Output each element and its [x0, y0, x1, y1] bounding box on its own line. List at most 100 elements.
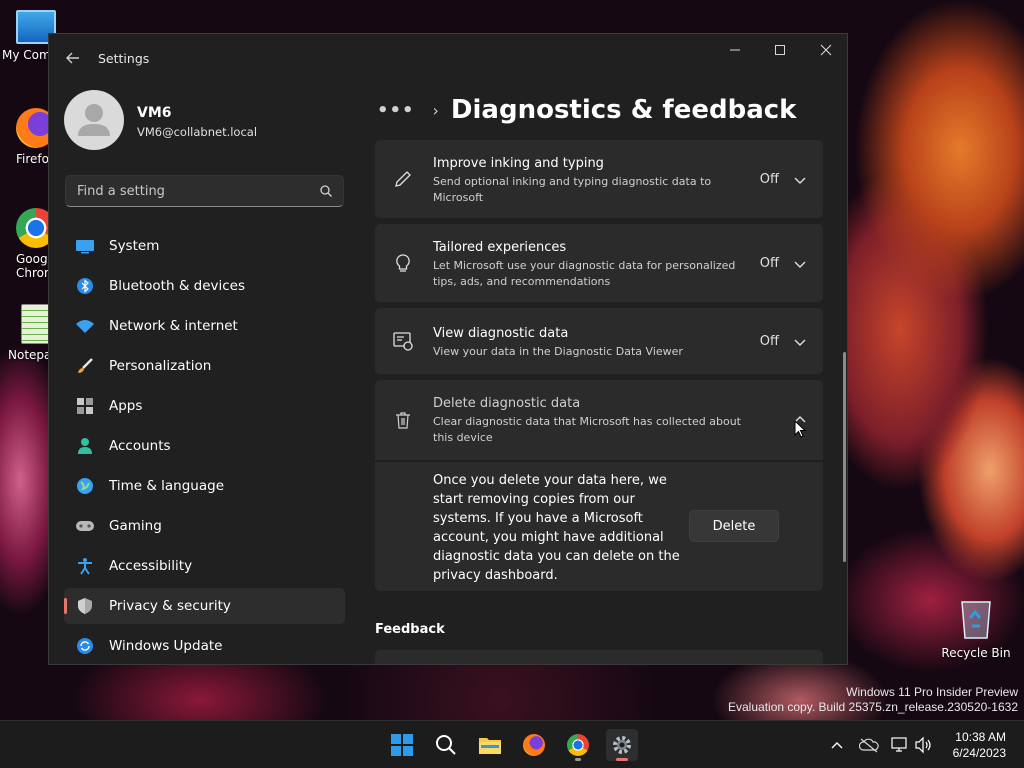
file-explorer-button[interactable]: [474, 729, 506, 761]
lightbulb-icon: [391, 251, 415, 275]
accessibility-icon: [75, 556, 95, 576]
clock-time: 10:38 AM: [955, 730, 1006, 744]
show-hidden-icons-button[interactable]: [827, 735, 847, 755]
person-icon: [75, 436, 95, 456]
person-silhouette-icon: [78, 104, 110, 136]
chevron-down-icon[interactable]: [793, 257, 807, 271]
setting-tailored-experiences[interactable]: Tailored experiences Let Microsoft use y…: [375, 224, 823, 302]
taskbar-clock[interactable]: 10:38 AM 6/24/2023: [953, 729, 1006, 761]
chevron-right-icon: ›: [432, 100, 439, 120]
clock-date: 6/24/2023: [952, 746, 1006, 760]
sidebar-item-system[interactable]: System: [64, 228, 345, 264]
delete-diagnostic-panel: Once you delete your data here, we start…: [375, 461, 823, 591]
sidebar-item-accounts[interactable]: Accounts: [64, 428, 345, 464]
arrow-left-icon: [66, 52, 79, 64]
chevron-down-icon[interactable]: [793, 335, 807, 349]
bluetooth-icon: [75, 276, 95, 296]
recycle-bin-icon: [958, 596, 994, 640]
sidebar-item-privacy-security[interactable]: Privacy & security: [64, 588, 345, 624]
setting-description: Clear diagnostic data that Microsoft has…: [433, 415, 741, 444]
sidebar-item-network[interactable]: Network & internet: [64, 308, 345, 344]
sidebar-nav: System Bluetooth & devices Network & int…: [64, 228, 345, 664]
sidebar-item-time-language[interactable]: Time & language: [64, 468, 345, 504]
search-icon: [436, 735, 456, 755]
sidebar-item-label: Accounts: [109, 438, 171, 454]
speaker-icon: [915, 736, 931, 754]
sidebar-item-windows-update[interactable]: Windows Update: [64, 628, 345, 664]
scrollbar[interactable]: [843, 352, 846, 562]
sidebar-item-accessibility[interactable]: Accessibility: [64, 548, 345, 584]
sidebar-item-label: Gaming: [109, 518, 162, 534]
search-box[interactable]: [65, 175, 344, 207]
back-button[interactable]: [63, 48, 83, 68]
feedback-card[interactable]: [375, 650, 823, 664]
search-input[interactable]: [66, 176, 343, 206]
sidebar-item-gaming[interactable]: Gaming: [64, 508, 345, 544]
sidebar-item-label: System: [109, 238, 160, 254]
setting-description: Send optional inking and typing diagnost…: [433, 175, 712, 204]
windows-logo-icon: [391, 734, 413, 756]
setting-title: Tailored experiences: [433, 240, 567, 255]
system-icon: [75, 236, 95, 256]
sidebar-item-personalization[interactable]: Personalization: [64, 348, 345, 384]
close-button[interactable]: [803, 34, 847, 66]
user-email: VM6@collabnet.local: [137, 125, 258, 139]
recycle-bin-label: Recycle Bin: [941, 646, 1011, 660]
gamepad-icon: [75, 516, 95, 536]
maximize-button[interactable]: [757, 34, 803, 66]
watermark-build: Evaluation copy. Build 25375.zn_release.…: [728, 700, 1018, 714]
setting-view-diagnostic-data[interactable]: View diagnostic data View your data in t…: [375, 308, 823, 374]
sidebar-item-label: Apps: [109, 398, 143, 414]
chevron-down-icon[interactable]: [793, 173, 807, 187]
setting-delete-diagnostic-data[interactable]: Delete diagnostic data Clear diagnostic …: [375, 380, 823, 460]
close-icon: [820, 44, 832, 56]
data-viewer-icon: [391, 329, 415, 353]
breadcrumb-overflow-button[interactable]: •••: [377, 100, 415, 121]
active-indicator: [616, 758, 628, 761]
globe-icon: [75, 476, 95, 496]
volume-tray-button[interactable]: [914, 735, 934, 755]
setting-state: Off: [759, 334, 779, 349]
sidebar-item-bluetooth[interactable]: Bluetooth & devices: [64, 268, 345, 304]
sidebar-item-label: Time & language: [109, 478, 225, 494]
onedrive-tray-button[interactable]: [859, 735, 879, 755]
search-taskbar-button[interactable]: [430, 729, 462, 761]
wifi-icon: [75, 316, 95, 336]
window-title: Settings: [98, 51, 150, 66]
shield-icon: [75, 596, 95, 616]
feedback-section-header: Feedback: [375, 622, 445, 637]
search-icon[interactable]: [319, 184, 333, 198]
delete-button[interactable]: Delete: [689, 510, 779, 542]
sidebar-item-label: Bluetooth & devices: [109, 278, 246, 294]
firefox-taskbar-button[interactable]: [518, 729, 550, 761]
start-button[interactable]: [386, 729, 418, 761]
setting-title: Delete diagnostic data: [433, 396, 581, 411]
sidebar-item-apps[interactable]: Apps: [64, 388, 345, 424]
brush-icon: [75, 356, 95, 376]
maximize-icon: [775, 45, 785, 55]
minimize-icon: [730, 49, 740, 51]
settings-taskbar-button[interactable]: [606, 729, 638, 761]
setting-description: View your data in the Diagnostic Data Vi…: [433, 345, 683, 358]
trash-icon: [391, 408, 415, 432]
setting-state: Off: [759, 256, 779, 271]
sidebar-item-label: Network & internet: [109, 318, 238, 334]
avatar: [64, 90, 124, 150]
chrome-taskbar-button[interactable]: [562, 729, 594, 761]
sidebar-item-label: Accessibility: [109, 558, 193, 574]
breadcrumb: ••• › Diagnostics & feedback: [377, 90, 796, 130]
cloud-offline-icon: [859, 738, 879, 753]
user-name: VM6: [137, 105, 172, 121]
setting-improve-inking[interactable]: Improve inking and typing Send optional …: [375, 140, 823, 218]
windows-watermark: Windows 11 Pro Insider Preview Evaluatio…: [728, 685, 1018, 715]
title-bar[interactable]: Settings: [49, 34, 847, 82]
sidebar-item-label: Privacy & security: [109, 598, 231, 614]
minimize-button[interactable]: [712, 34, 758, 66]
watermark-edition: Windows 11 Pro Insider Preview: [846, 685, 1018, 699]
chrome-icon: [567, 734, 589, 756]
desktop-icon-recycle-bin[interactable]: Recycle Bin: [940, 596, 1012, 660]
network-tray-button[interactable]: [890, 735, 910, 755]
firefox-icon: [523, 734, 545, 756]
setting-description: Let Microsoft use your diagnostic data f…: [433, 259, 736, 288]
settings-window: Settings VM6 VM6@collabnet.local System …: [48, 33, 848, 665]
